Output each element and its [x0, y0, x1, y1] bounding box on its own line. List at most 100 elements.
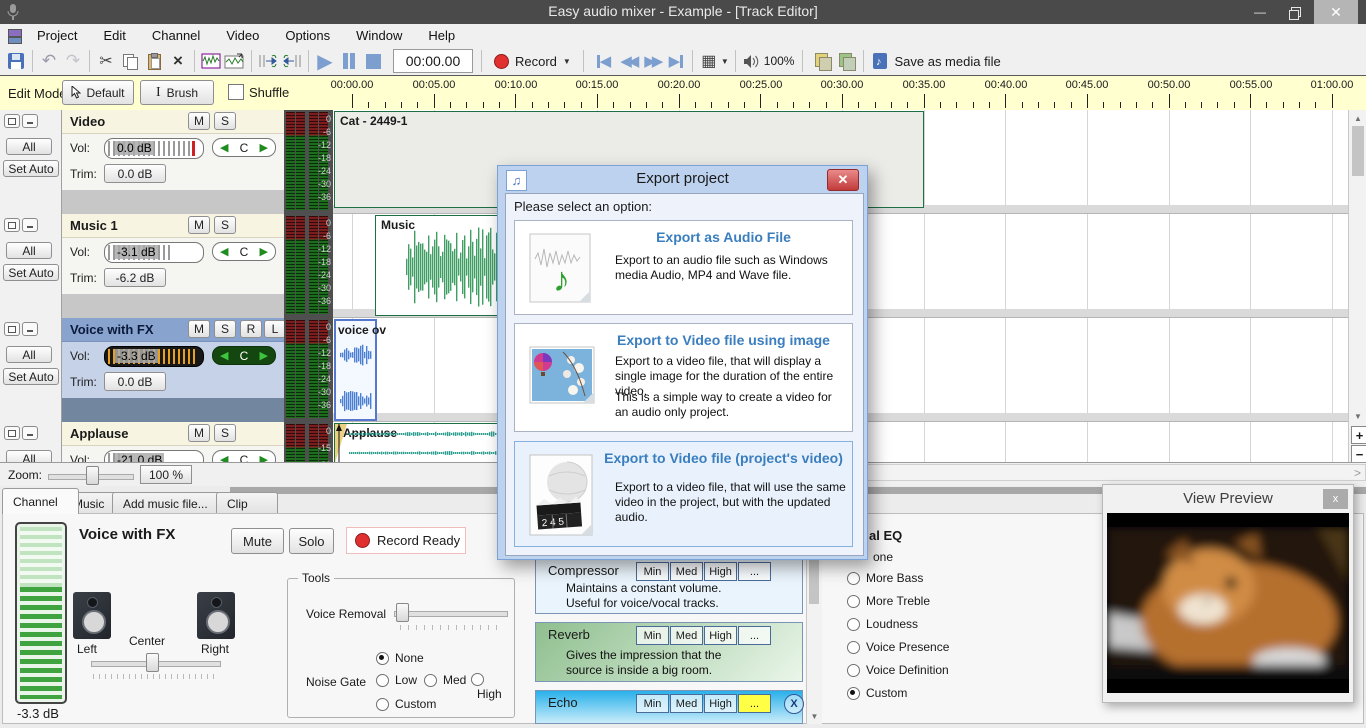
rewind-button[interactable]: ◀◀	[616, 49, 640, 73]
eq-voice-presence-radio[interactable]: Voice Presence	[847, 640, 949, 655]
compressor-med-button[interactable]: Med	[670, 562, 703, 581]
menu-channel[interactable]: Channel	[152, 28, 200, 43]
eq-more-bass-radio[interactable]: More Bass	[847, 571, 923, 586]
skip-start-button[interactable]: ◀	[592, 49, 616, 73]
restore-button[interactable]	[1278, 0, 1310, 24]
track-mute-button[interactable]: M	[188, 112, 210, 130]
record-button[interactable]: Record ▼	[490, 54, 575, 69]
effect-reverb[interactable]: Reverb Min Med High ... Gives the impres…	[535, 622, 803, 682]
menu-project[interactable]: Project	[37, 28, 77, 43]
track-maximize-button[interactable]	[4, 218, 20, 232]
noisegate-none-radio[interactable]: None	[376, 651, 424, 666]
eq-custom-radio[interactable]: Custom	[847, 686, 907, 701]
trim-right-button[interactable]	[280, 49, 304, 73]
scrollbar-thumb[interactable]	[1352, 126, 1364, 176]
track-minimize-button[interactable]	[22, 114, 38, 128]
track-listen-button[interactable]: L	[264, 320, 286, 338]
track-minimize-button[interactable]	[22, 426, 38, 440]
export-video-project-option[interactable]: 2 4 5 Export to Video file (project's vi…	[514, 441, 853, 547]
zoom-value-button[interactable]: 100 %	[140, 465, 192, 484]
record-dropdown-icon[interactable]: ▼	[563, 57, 571, 66]
reverb-more-button[interactable]: ...	[738, 626, 771, 645]
scroll-right-icon[interactable]: >	[1354, 466, 1361, 480]
reverb-high-button[interactable]: High	[704, 626, 737, 645]
eq-none-radio[interactable]: one	[873, 550, 893, 565]
redo-button[interactable]: ↷	[61, 49, 85, 73]
record-ready-button[interactable]: Record Ready	[346, 527, 466, 554]
track-maximize-button[interactable]	[4, 114, 20, 128]
pause-button[interactable]	[337, 49, 361, 73]
pan-right-icon[interactable]: ▶	[260, 245, 268, 258]
pan-control[interactable]: ◀ C ▶	[212, 242, 276, 261]
track-mute-button[interactable]: M	[188, 216, 210, 234]
effect-remove-button[interactable]: X	[784, 694, 804, 714]
compressor-more-button[interactable]: ...	[738, 562, 771, 581]
solo-button[interactable]: Solo	[289, 528, 334, 554]
fade-in-handle[interactable]	[335, 424, 349, 463]
pan-control[interactable]: ◀ C ▶	[212, 138, 276, 157]
stop-button[interactable]	[361, 49, 385, 73]
mute-button[interactable]: Mute	[231, 528, 284, 554]
track-set-auto-button[interactable]: Set Auto	[3, 264, 59, 281]
effect-compressor[interactable]: Compressor Min Med High ... Maintains a …	[535, 558, 803, 614]
track-solo-button[interactable]: S	[214, 320, 236, 338]
track-header[interactable]: Music 1 M S	[62, 214, 284, 238]
speaker-icon[interactable]	[740, 49, 764, 73]
voice-removal-slider[interactable]	[394, 611, 508, 617]
zoom-out-button[interactable]: −	[1351, 445, 1366, 463]
edit-envelope-button[interactable]	[223, 49, 247, 73]
cut-button[interactable]: ✂	[94, 49, 118, 73]
menu-edit[interactable]: Edit	[103, 28, 125, 43]
pan-left-icon[interactable]: ◀	[220, 245, 228, 258]
copy-button[interactable]	[118, 49, 142, 73]
echo-min-button[interactable]: Min	[636, 694, 669, 713]
trim-left-button[interactable]	[256, 49, 280, 73]
compressor-high-button[interactable]: High	[704, 562, 737, 581]
channel-pan-thumb[interactable]	[146, 653, 159, 672]
effect-echo[interactable]: Echo Min Med High ... X	[535, 690, 803, 724]
export-video-image-option[interactable]: Export to Video file using image Export …	[514, 323, 853, 432]
track-all-button[interactable]: All	[6, 346, 52, 363]
track-all-button[interactable]: All	[6, 242, 52, 259]
reverb-min-button[interactable]: Min	[636, 626, 669, 645]
save-media-icon[interactable]: ♪	[868, 49, 892, 73]
grid-dropdown-icon[interactable]: ▼	[721, 57, 729, 66]
track-minimize-button[interactable]	[22, 218, 38, 232]
menu-options[interactable]: Options	[285, 28, 330, 43]
noisegate-custom-radio[interactable]: Custom	[376, 697, 436, 712]
pan-left-icon[interactable]: ◀	[220, 349, 228, 362]
pan-right-icon[interactable]: ▶	[260, 349, 268, 362]
echo-more-button[interactable]: ...	[738, 694, 771, 713]
eq-loudness-radio[interactable]: Loudness	[847, 617, 918, 632]
volume-slider[interactable]: 0.0 dB	[104, 138, 204, 159]
pan-left-icon[interactable]: ◀	[220, 141, 228, 154]
track-minimize-button[interactable]	[22, 322, 38, 336]
trim-button[interactable]: -6.2 dB	[104, 268, 166, 287]
volume-slider[interactable]: -3.1 dB	[104, 242, 204, 263]
pan-right-icon[interactable]: ▶	[260, 141, 268, 154]
noisegate-med-radio[interactable]: Med	[424, 673, 466, 688]
compressor-min-button[interactable]: Min	[636, 562, 669, 581]
skip-end-button[interactable]: ▶	[664, 49, 688, 73]
track-header[interactable]: Video M S	[62, 110, 284, 134]
zoom-in-button[interactable]: +	[1351, 426, 1366, 444]
eq-voice-definition-radio[interactable]: Voice Definition	[847, 663, 949, 678]
track-solo-button[interactable]: S	[214, 424, 236, 442]
close-button[interactable]: ✕	[1314, 0, 1358, 24]
menu-video[interactable]: Video	[226, 28, 259, 43]
eq-more-treble-radio[interactable]: More Treble	[847, 594, 930, 609]
preview-video[interactable]	[1107, 513, 1349, 693]
undo-button[interactable]: ↶	[37, 49, 61, 73]
scrollbar-thumb[interactable]	[809, 560, 819, 604]
reverb-med-button[interactable]: Med	[670, 626, 703, 645]
track-all-button[interactable]: All	[6, 138, 52, 155]
copy-yellow-button[interactable]	[811, 49, 835, 73]
save-media-label[interactable]: Save as media file	[894, 54, 1000, 69]
save-button[interactable]	[4, 49, 28, 73]
grid-view-button[interactable]: ▦	[697, 49, 721, 73]
scroll-down-icon[interactable]: ▼	[1349, 410, 1366, 422]
split-clip-button[interactable]	[199, 49, 223, 73]
minimize-button[interactable]: —	[1244, 0, 1276, 24]
track-record-button[interactable]: R	[240, 320, 262, 338]
trim-button[interactable]: 0.0 dB	[104, 372, 166, 391]
